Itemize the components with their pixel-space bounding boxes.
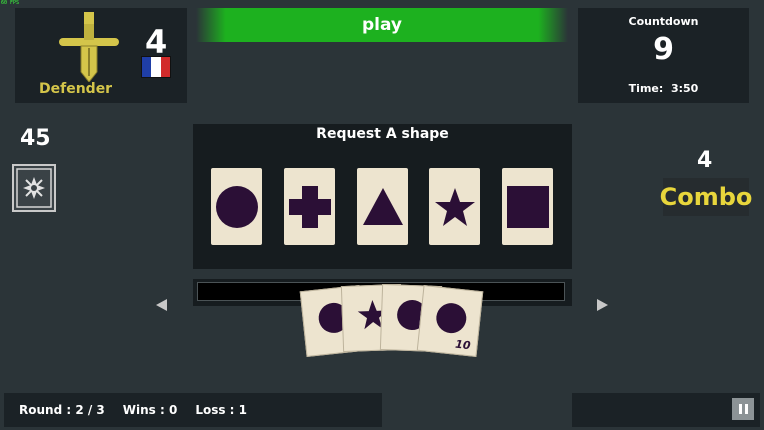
- fps-counter: 60 FPS: [1, 0, 20, 6]
- pause-button[interactable]: [732, 398, 754, 420]
- arrow-right-icon[interactable]: [597, 299, 608, 311]
- combo-label: Combo: [660, 178, 752, 216]
- deck-count: 45: [20, 126, 51, 151]
- shape-option-star[interactable]: [429, 168, 480, 245]
- circle-icon: [436, 303, 467, 334]
- time-label: Time:: [628, 82, 664, 95]
- stats-bar: Round : 2 / 3 Wins : 0 Loss : 1: [4, 393, 382, 427]
- combo-count: 4: [697, 148, 713, 173]
- player-panel: Defender 4: [15, 8, 187, 103]
- hand-card[interactable]: 10: [416, 285, 484, 357]
- arrow-left-icon[interactable]: [156, 299, 167, 311]
- play-button[interactable]: play: [196, 8, 568, 42]
- square-icon: [506, 185, 549, 228]
- loss-stat: Loss : 1: [195, 403, 247, 417]
- countdown-panel: Countdown 9 Time: 3:50: [578, 8, 749, 103]
- stats-row: Round : 2 / 3 Wins : 0 Loss : 1: [19, 403, 247, 417]
- triangle-icon: [362, 187, 403, 225]
- card-value: 10: [454, 337, 472, 353]
- time-value: 3:50: [670, 82, 699, 95]
- shape-option-circle[interactable]: [211, 168, 262, 245]
- shape-option-triangle[interactable]: [357, 168, 408, 245]
- sword-icon: [59, 12, 119, 82]
- shape-option-cross[interactable]: [284, 168, 335, 245]
- shape-option-square[interactable]: [502, 168, 553, 245]
- dialog-title: Request A shape: [316, 126, 449, 142]
- bottom-right-bar: [572, 393, 760, 427]
- deck-ornament-icon: [12, 164, 56, 212]
- player-role: Defender: [39, 81, 113, 97]
- request-shape-dialog: Request A shape: [193, 124, 572, 269]
- wins-stat: Wins : 0: [122, 403, 178, 417]
- pause-icon: [738, 404, 742, 414]
- circle-icon: [215, 185, 258, 228]
- france-flag-icon: [141, 56, 171, 78]
- countdown-label: Countdown: [628, 15, 699, 28]
- round-stat: Round : 2 / 3: [19, 403, 105, 417]
- time-row: Time: 3:50: [578, 82, 749, 95]
- star-icon: [434, 187, 475, 226]
- cross-icon: [288, 185, 331, 228]
- countdown-value: 9: [653, 32, 674, 67]
